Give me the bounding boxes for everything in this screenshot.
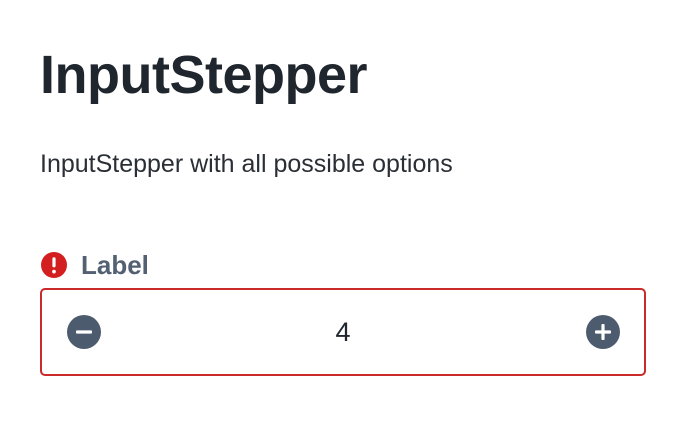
stepper-label-row: Label <box>41 250 149 280</box>
story-page: InputStepper InputStepper with all possi… <box>40 0 646 440</box>
page-description: InputStepper with all possible options <box>40 150 453 178</box>
stepper-label: Label <box>81 250 149 280</box>
increment-button[interactable] <box>586 315 620 349</box>
stepper-value-input[interactable] <box>122 290 564 374</box>
decrement-button[interactable] <box>67 315 101 349</box>
plus-circle-icon <box>595 324 611 340</box>
error-icon <box>41 252 67 278</box>
page-title: InputStepper <box>40 45 368 105</box>
quantity-stepper[interactable] <box>40 288 646 376</box>
minus-circle-icon <box>76 330 92 334</box>
